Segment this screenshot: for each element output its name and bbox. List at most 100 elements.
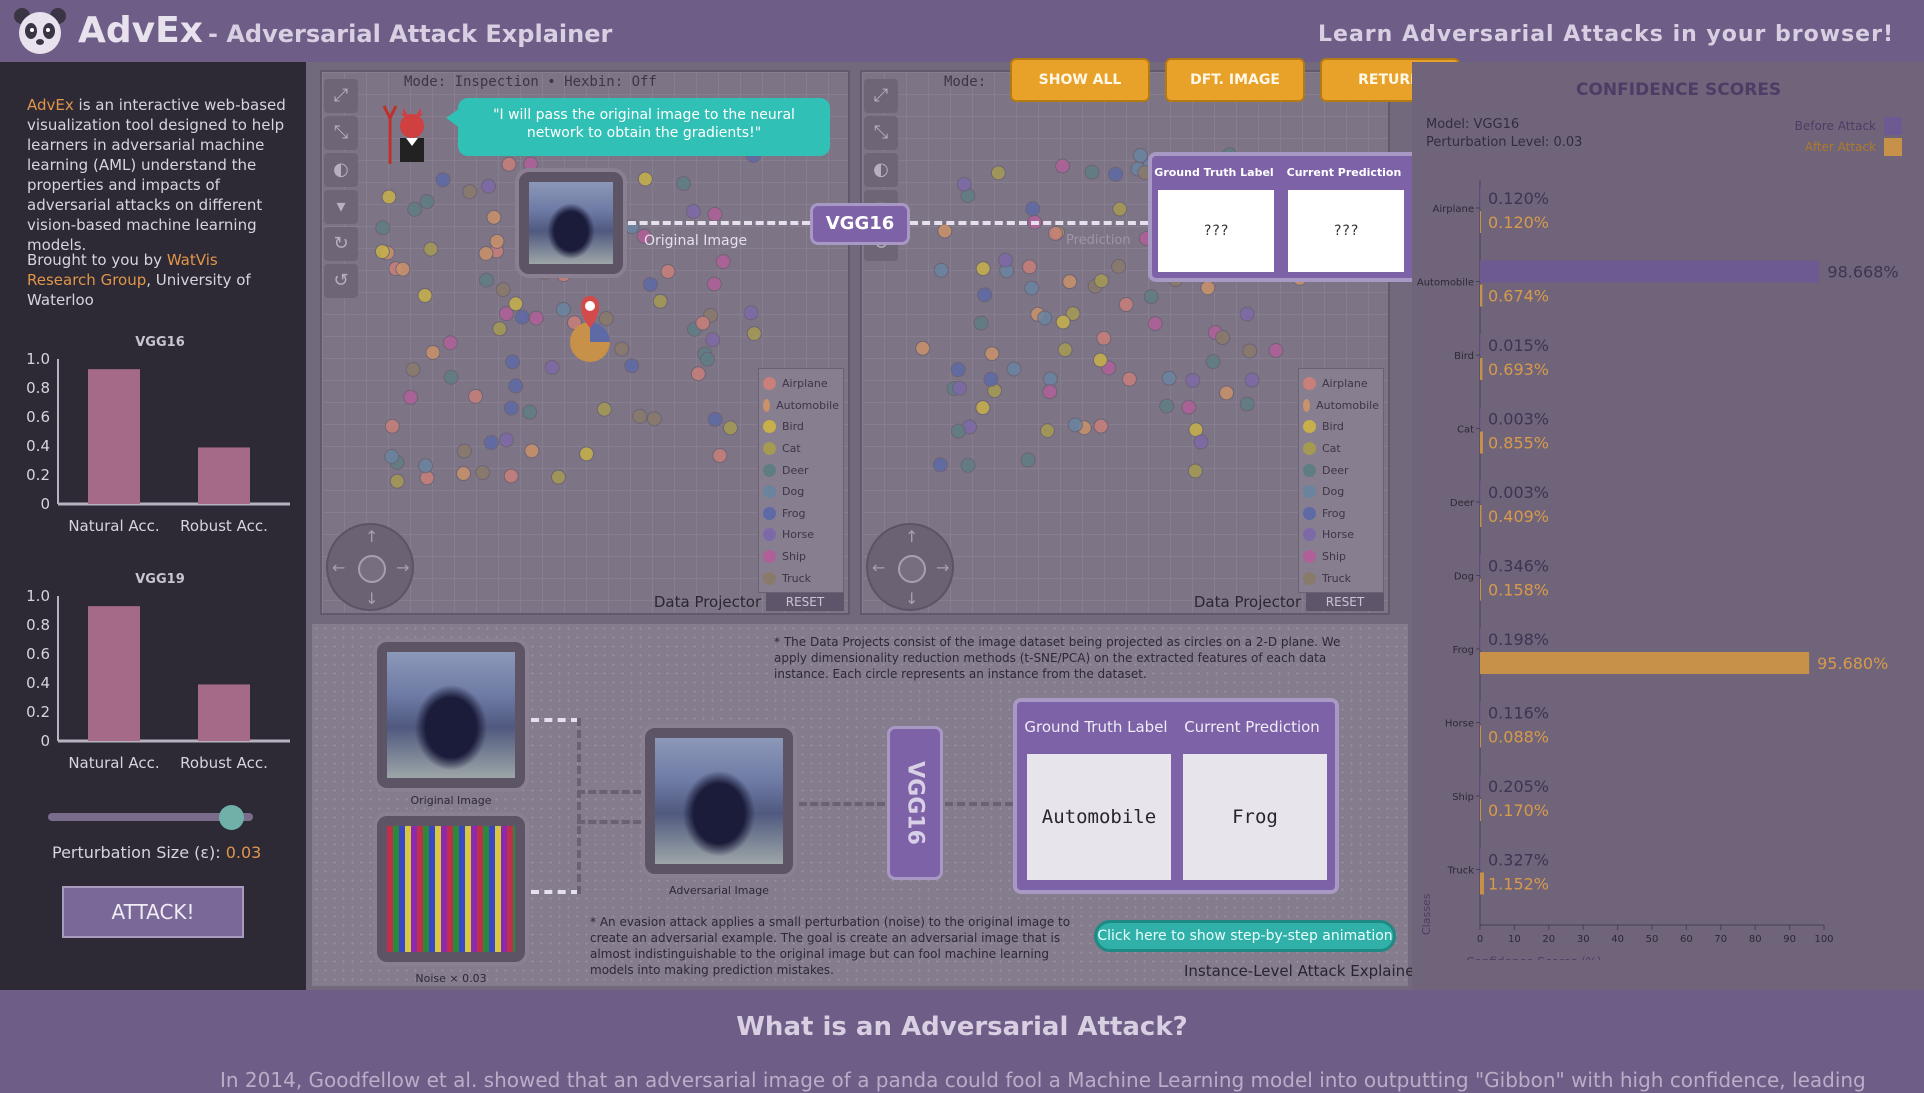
legend-item[interactable]: Truck [1303, 567, 1379, 589]
original-image-frame[interactable] [373, 638, 529, 792]
legend-item[interactable]: Bird [763, 416, 839, 438]
arrow-right-icon[interactable]: → [396, 558, 409, 577]
legend-item[interactable]: Dog [1303, 481, 1379, 503]
default-image-button[interactable]: DFT. IMAGE [1165, 58, 1305, 102]
show-all-button[interactable]: SHOW ALL [1010, 58, 1150, 102]
data-point [1067, 417, 1083, 433]
arrow-up-icon[interactable]: ↑ [365, 527, 378, 546]
data-point [703, 307, 719, 323]
legend-item[interactable]: Dog [763, 481, 839, 503]
legend-item[interactable]: Cat [1303, 438, 1379, 460]
accuracy-bar [198, 447, 250, 504]
data-point [746, 326, 762, 342]
x-tick-label: Robust Acc. [180, 754, 268, 772]
data-point [407, 201, 423, 217]
arrow-right-icon[interactable]: → [936, 558, 949, 577]
legend-item[interactable]: Cat [763, 438, 839, 460]
data-point [690, 366, 706, 382]
legend-item[interactable]: Automobile [763, 395, 839, 417]
data-point [1185, 372, 1201, 388]
show-animation-button[interactable]: Click here to show step-by-step animatio… [1094, 920, 1396, 952]
data-point [1118, 297, 1134, 313]
data-point [951, 380, 967, 396]
data-point [1057, 342, 1073, 358]
data-point [937, 223, 953, 239]
gt-card: Automobile [1027, 754, 1171, 880]
legend-item[interactable]: Frog [1303, 503, 1379, 525]
car-image [529, 182, 613, 264]
gt-card: ??? [1158, 190, 1274, 272]
noise-image-frame[interactable] [373, 812, 529, 966]
legend-dot [763, 571, 776, 585]
collapse-icon[interactable]: ⤡ [324, 116, 358, 150]
data-point [1093, 418, 1109, 434]
legend-item[interactable]: Deer [1303, 459, 1379, 481]
legend-item[interactable]: Bird [1303, 416, 1379, 438]
data-point [1021, 259, 1037, 275]
x-tick-label: 60 [1680, 934, 1693, 945]
palette-icon[interactable]: ◐ [864, 153, 898, 187]
navigation-pad[interactable]: ↑ ↓ ← → [326, 523, 414, 611]
data-point [389, 454, 405, 470]
refresh-icon[interactable]: ↻ [324, 227, 358, 261]
data-point [999, 263, 1015, 279]
reset-button[interactable]: RESET [766, 593, 844, 611]
y-tick-label: 0.6 [26, 645, 50, 663]
legend-item[interactable]: Deer [763, 459, 839, 481]
data-point [388, 261, 404, 277]
reload-icon[interactable]: ↺ [324, 264, 358, 298]
data-point [467, 388, 483, 404]
perturbation-slider[interactable] [48, 805, 253, 830]
bar-after-attack [1480, 652, 1810, 674]
data-point [697, 346, 713, 362]
legend-dot [1303, 463, 1316, 477]
legend-after-swatch [1884, 138, 1902, 156]
prediction-box: Ground Truth Label Current Prediction Au… [1013, 698, 1339, 894]
app-subtitle: - Adversarial Attack Explainer [208, 20, 613, 48]
legend-item[interactable]: Frog [763, 503, 839, 525]
legend-item[interactable]: Horse [763, 524, 839, 546]
fullscreen-icon[interactable]: ⤢ [324, 79, 358, 113]
navigation-center[interactable] [898, 555, 926, 583]
fullscreen-icon[interactable]: ⤢ [864, 79, 898, 113]
palette-icon[interactable]: ◐ [324, 153, 358, 187]
arrow-left-icon[interactable]: ← [332, 558, 345, 577]
data-point [699, 351, 715, 367]
data-point [381, 189, 397, 205]
category-label: Ship [1452, 792, 1474, 803]
data-point [435, 172, 451, 188]
data-point [389, 473, 405, 489]
legend-item[interactable]: Horse [1303, 524, 1379, 546]
legend-item[interactable]: Truck [763, 567, 839, 589]
legend-item[interactable]: Automobile [1303, 395, 1379, 417]
brush-icon[interactable]: ▾ [324, 190, 358, 224]
data-point [1143, 289, 1159, 305]
navigation-pad[interactable]: ↑ ↓ ← → [866, 523, 954, 611]
legend-item[interactable]: Ship [1303, 546, 1379, 568]
original-image-thumbnail[interactable] [515, 168, 627, 278]
attack-button[interactable]: ATTACK! [62, 886, 244, 938]
arrow-down-icon[interactable]: ↓ [905, 589, 918, 608]
arrow-down-icon[interactable]: ↓ [365, 589, 378, 608]
noise-image [387, 826, 515, 952]
legend-label: Cat [782, 442, 801, 456]
arrow-up-icon[interactable]: ↑ [905, 527, 918, 546]
legend-item[interactable]: Airplane [763, 373, 839, 395]
legend-label: Bird [1322, 420, 1344, 434]
legend-label: Ship [1322, 550, 1346, 564]
data-point [1042, 384, 1058, 400]
class-legend: Airplane Automobile Bird Cat Deer Dog Frog Hors… [758, 368, 844, 593]
class-legend: Airplane Automobile Bird Cat Deer Dog Frog Hors… [1298, 368, 1384, 593]
data-point [489, 243, 505, 259]
data-point [1147, 316, 1163, 332]
arrow-left-icon[interactable]: ← [872, 558, 885, 577]
y-tick-label: 0.8 [26, 616, 50, 634]
slider-handle[interactable] [219, 805, 244, 830]
adversarial-image-frame[interactable] [641, 724, 797, 878]
collapse-icon[interactable]: ⤡ [864, 116, 898, 150]
legend-item[interactable]: Ship [763, 546, 839, 568]
legend-item[interactable]: Airplane [1303, 373, 1379, 395]
navigation-center[interactable] [358, 555, 386, 583]
data-point [419, 470, 435, 486]
reset-button[interactable]: RESET [1306, 593, 1384, 611]
